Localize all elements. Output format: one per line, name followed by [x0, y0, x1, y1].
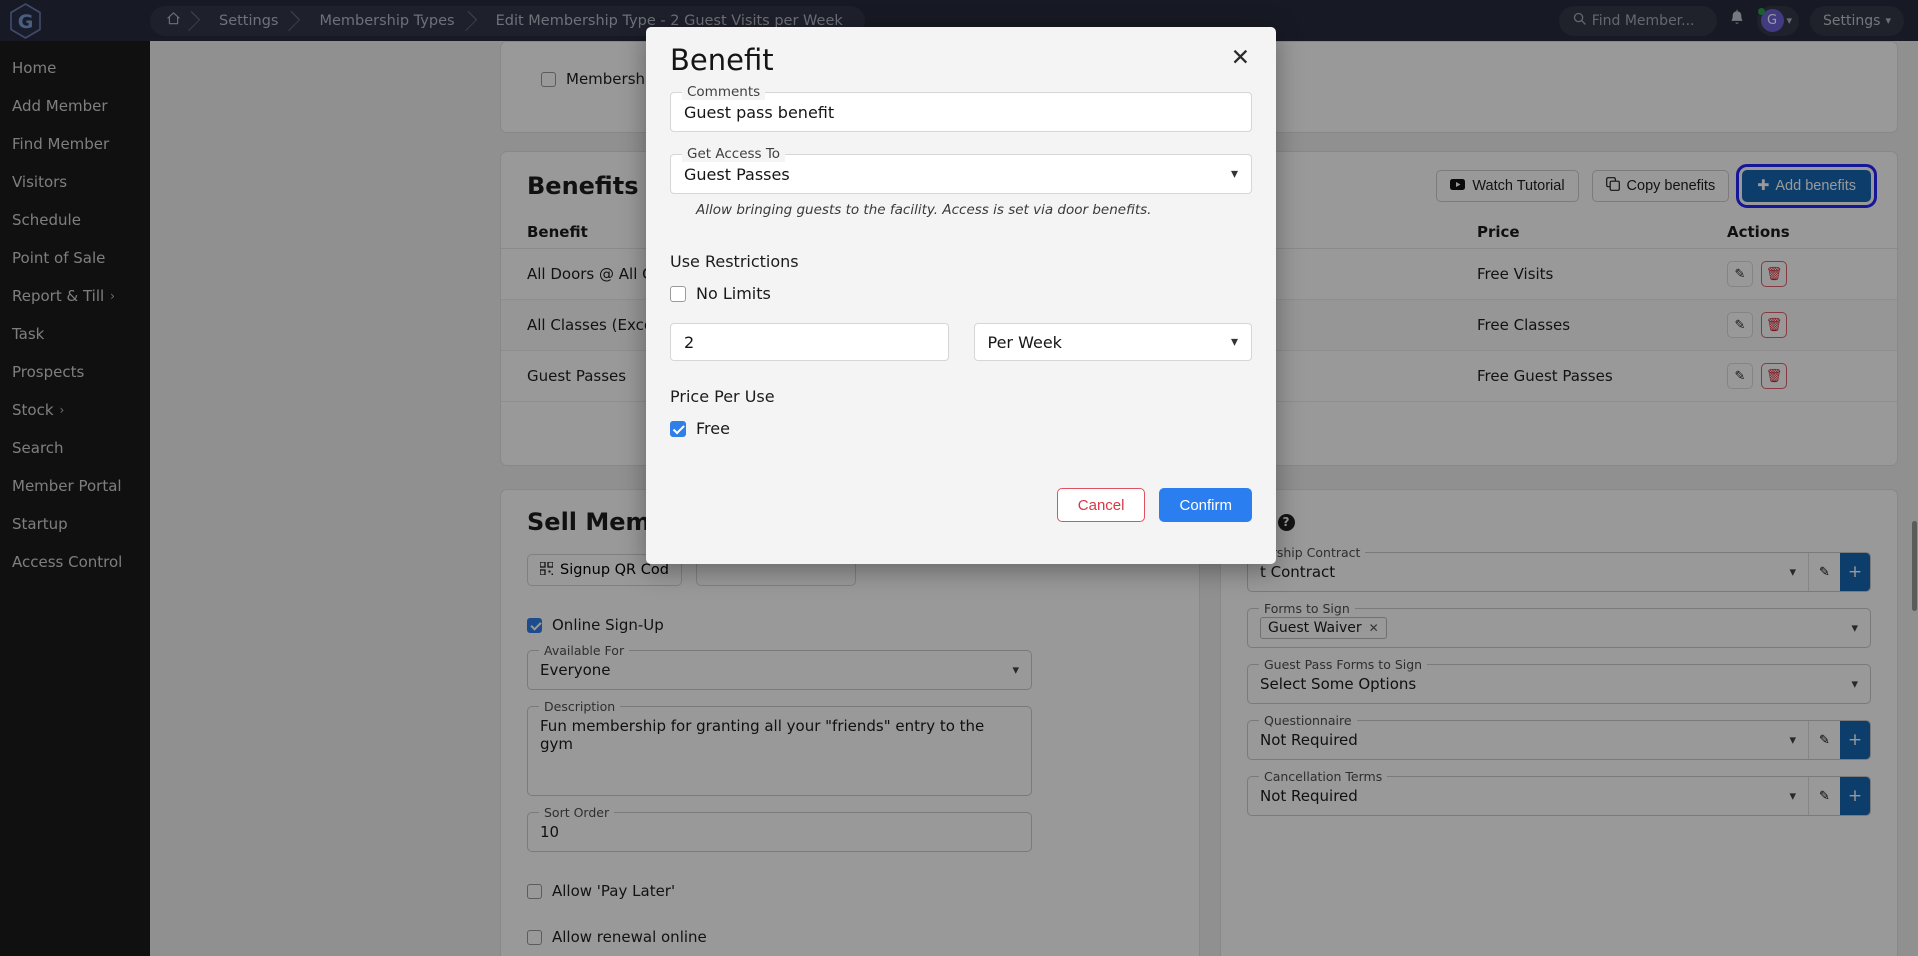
close-icon[interactable]: ✕: [1229, 43, 1252, 74]
no-limits-checkbox[interactable]: [670, 285, 686, 302]
quantity-value: 2: [684, 332, 695, 352]
use-restrictions-label: Use Restrictions: [670, 252, 799, 271]
price-per-use-label: Price Per Use: [670, 387, 775, 406]
get-access-to-select[interactable]: Get Access To Guest Passes ▾: [670, 146, 1252, 194]
chevron-down-icon: ▾: [1230, 334, 1238, 350]
restriction-inputs-row: 2 Per Week ▾: [670, 323, 1252, 361]
modal-title: Benefit: [670, 43, 774, 77]
comments-field[interactable]: Comments Guest pass benefit: [670, 84, 1252, 132]
free-checkbox[interactable]: [670, 420, 686, 437]
confirm-button[interactable]: Confirm: [1159, 488, 1252, 522]
free-label: Free: [696, 419, 730, 438]
comments-value: Guest pass benefit: [684, 102, 835, 122]
get-access-to-label: Get Access To: [682, 146, 786, 162]
cancel-button[interactable]: Cancel: [1056, 488, 1146, 522]
period-value: Per Week: [987, 332, 1062, 352]
no-limits-label: No Limits: [696, 284, 771, 303]
benefit-modal: Benefit ✕ Comments Guest pass benefit Ge…: [646, 27, 1276, 564]
get-access-to-value: Guest Passes: [684, 164, 790, 184]
no-limits-row[interactable]: No Limits: [670, 284, 1252, 303]
access-hint: Allow bringing guests to the facility. A…: [696, 202, 1152, 218]
modal-header: Benefit ✕: [670, 27, 1252, 79]
quantity-input[interactable]: 2: [670, 323, 949, 361]
comments-label: Comments: [682, 84, 766, 100]
chevron-down-icon: ▾: [1230, 166, 1238, 182]
free-row[interactable]: Free: [670, 419, 1252, 438]
period-select[interactable]: Per Week ▾: [973, 323, 1252, 361]
modal-footer: Cancel Confirm: [670, 488, 1252, 522]
